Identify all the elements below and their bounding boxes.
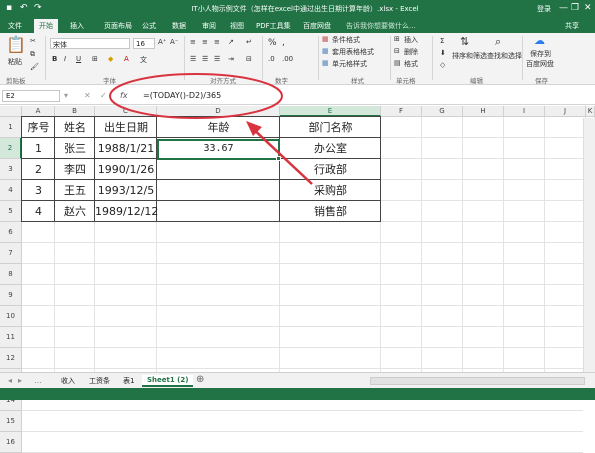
gridline-row	[22, 410, 583, 411]
sheet-tabs-bar: ◂ ▸ … 收入 工资条 表1 Sheet1 (2) ⊕	[0, 372, 595, 388]
sheet-tab-payslip[interactable]: 工资条	[84, 375, 115, 387]
sheet-tab-income[interactable]: 收入	[56, 375, 80, 387]
next-sheet-icon[interactable]: ▸	[18, 376, 22, 385]
gridline-row	[22, 431, 583, 432]
row-header-15[interactable]: 15	[0, 411, 22, 432]
prev-sheet-icon[interactable]: ◂	[8, 376, 12, 385]
horizontal-scrollbar[interactable]	[370, 377, 585, 385]
row-header-16[interactable]: 16	[0, 432, 22, 453]
more-sheets-icon[interactable]: …	[34, 376, 42, 385]
add-sheet-icon[interactable]: ⊕	[196, 374, 204, 385]
sheet-tab-table1[interactable]: 表1	[118, 375, 139, 387]
annotation-overlay	[109, 73, 313, 185]
status-bar	[0, 388, 595, 400]
annotation-arrow-line	[249, 125, 313, 185]
formula-highlight-ellipse	[109, 73, 283, 119]
sheet-tab-sheet1-2[interactable]: Sheet1 (2)	[142, 375, 194, 387]
